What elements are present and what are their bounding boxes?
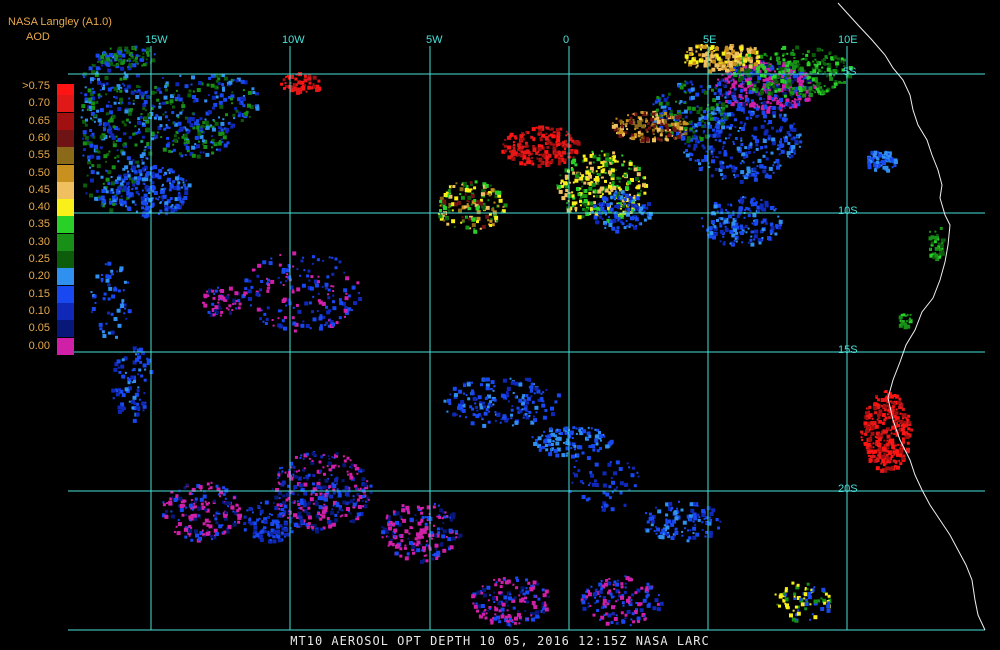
legend-label: 0.55 [28,149,50,162]
legend-swatch [57,268,74,286]
legend-swatch [57,112,74,130]
latitude-label: 20S [838,483,858,495]
longitude-label: 5E [703,34,717,46]
legend-entry: 0.60 [0,129,80,147]
longitude-label: 10W [282,34,305,46]
legend-entry: >0.75 [0,78,80,101]
legend-label: 0.35 [28,218,50,231]
footer-caption: MT10 AEROSOL OPT DEPTH 10 05, 2016 12:15… [290,634,710,648]
legend-label: 0.30 [28,235,50,248]
legend-swatch [57,233,74,251]
aod-map [68,2,986,631]
legend-label: 0.10 [28,304,50,317]
latitude-label: 15S [838,344,858,356]
longitude-label: 10E [838,34,858,46]
longitude-label: 5W [426,34,443,46]
legend-label: 0.15 [28,287,50,300]
legend-swatch [57,337,74,355]
legend-entry: 0.15 [0,285,80,303]
legend-label: 0.45 [28,183,50,196]
aerosol-pixels [80,44,946,628]
longitude-label: 15W [145,34,168,46]
longitude-label: 0 [563,34,570,46]
legend-entry: 0.10 [0,302,80,320]
legend-entry: 0.65 [0,112,80,130]
legend-label: 0.70 [28,97,50,110]
legend-label: >0.75 [22,80,50,92]
legend-entry: 0.20 [0,268,80,286]
legend-label: 0.05 [28,322,50,335]
legend-swatch [57,164,74,182]
legend-entry: 0.40 [0,199,80,217]
legend-swatch [57,129,74,147]
legend-label: 0.25 [28,253,50,265]
legend-swatch [57,251,74,268]
coastline [837,2,986,631]
product-title: AOD [26,31,50,43]
legend-label: 0.65 [28,114,50,127]
source-title: NASA Langley (A1.0) [8,16,112,28]
map-viewer: NASA Langley (A1.0) AOD >0.75 0.70 0.65 0.6… [0,0,1000,650]
legend-swatch [57,199,74,217]
legend-swatch [57,147,74,165]
latitude-label: 5S [843,66,857,78]
legend-swatch [57,95,74,113]
legend-swatch [57,302,74,320]
legend-label: 0.00 [28,339,50,352]
legend-label: 0.60 [28,131,50,144]
legend-entry: 0.00 [0,337,80,355]
legend-swatch [57,285,74,303]
legend-entry: 0.55 [0,147,80,165]
legend-entry: 0.25 [0,251,80,268]
legend-entry: 0.35 [0,216,80,234]
legend-label: 0.40 [28,201,50,214]
legend-swatch [57,181,74,199]
legend-label: 0.50 [28,166,50,179]
legend-entry: 0.05 [0,320,80,338]
legend-swatch [57,320,74,338]
legend-entry: 0.30 [0,233,80,251]
latitude-label: 10S [838,205,858,217]
legend-entry: 0.50 [0,164,80,182]
legend-label: 0.20 [28,270,50,283]
legend-entry: 0.70 [0,95,80,113]
legend-entry: 0.45 [0,181,80,199]
legend-swatch [57,216,74,234]
